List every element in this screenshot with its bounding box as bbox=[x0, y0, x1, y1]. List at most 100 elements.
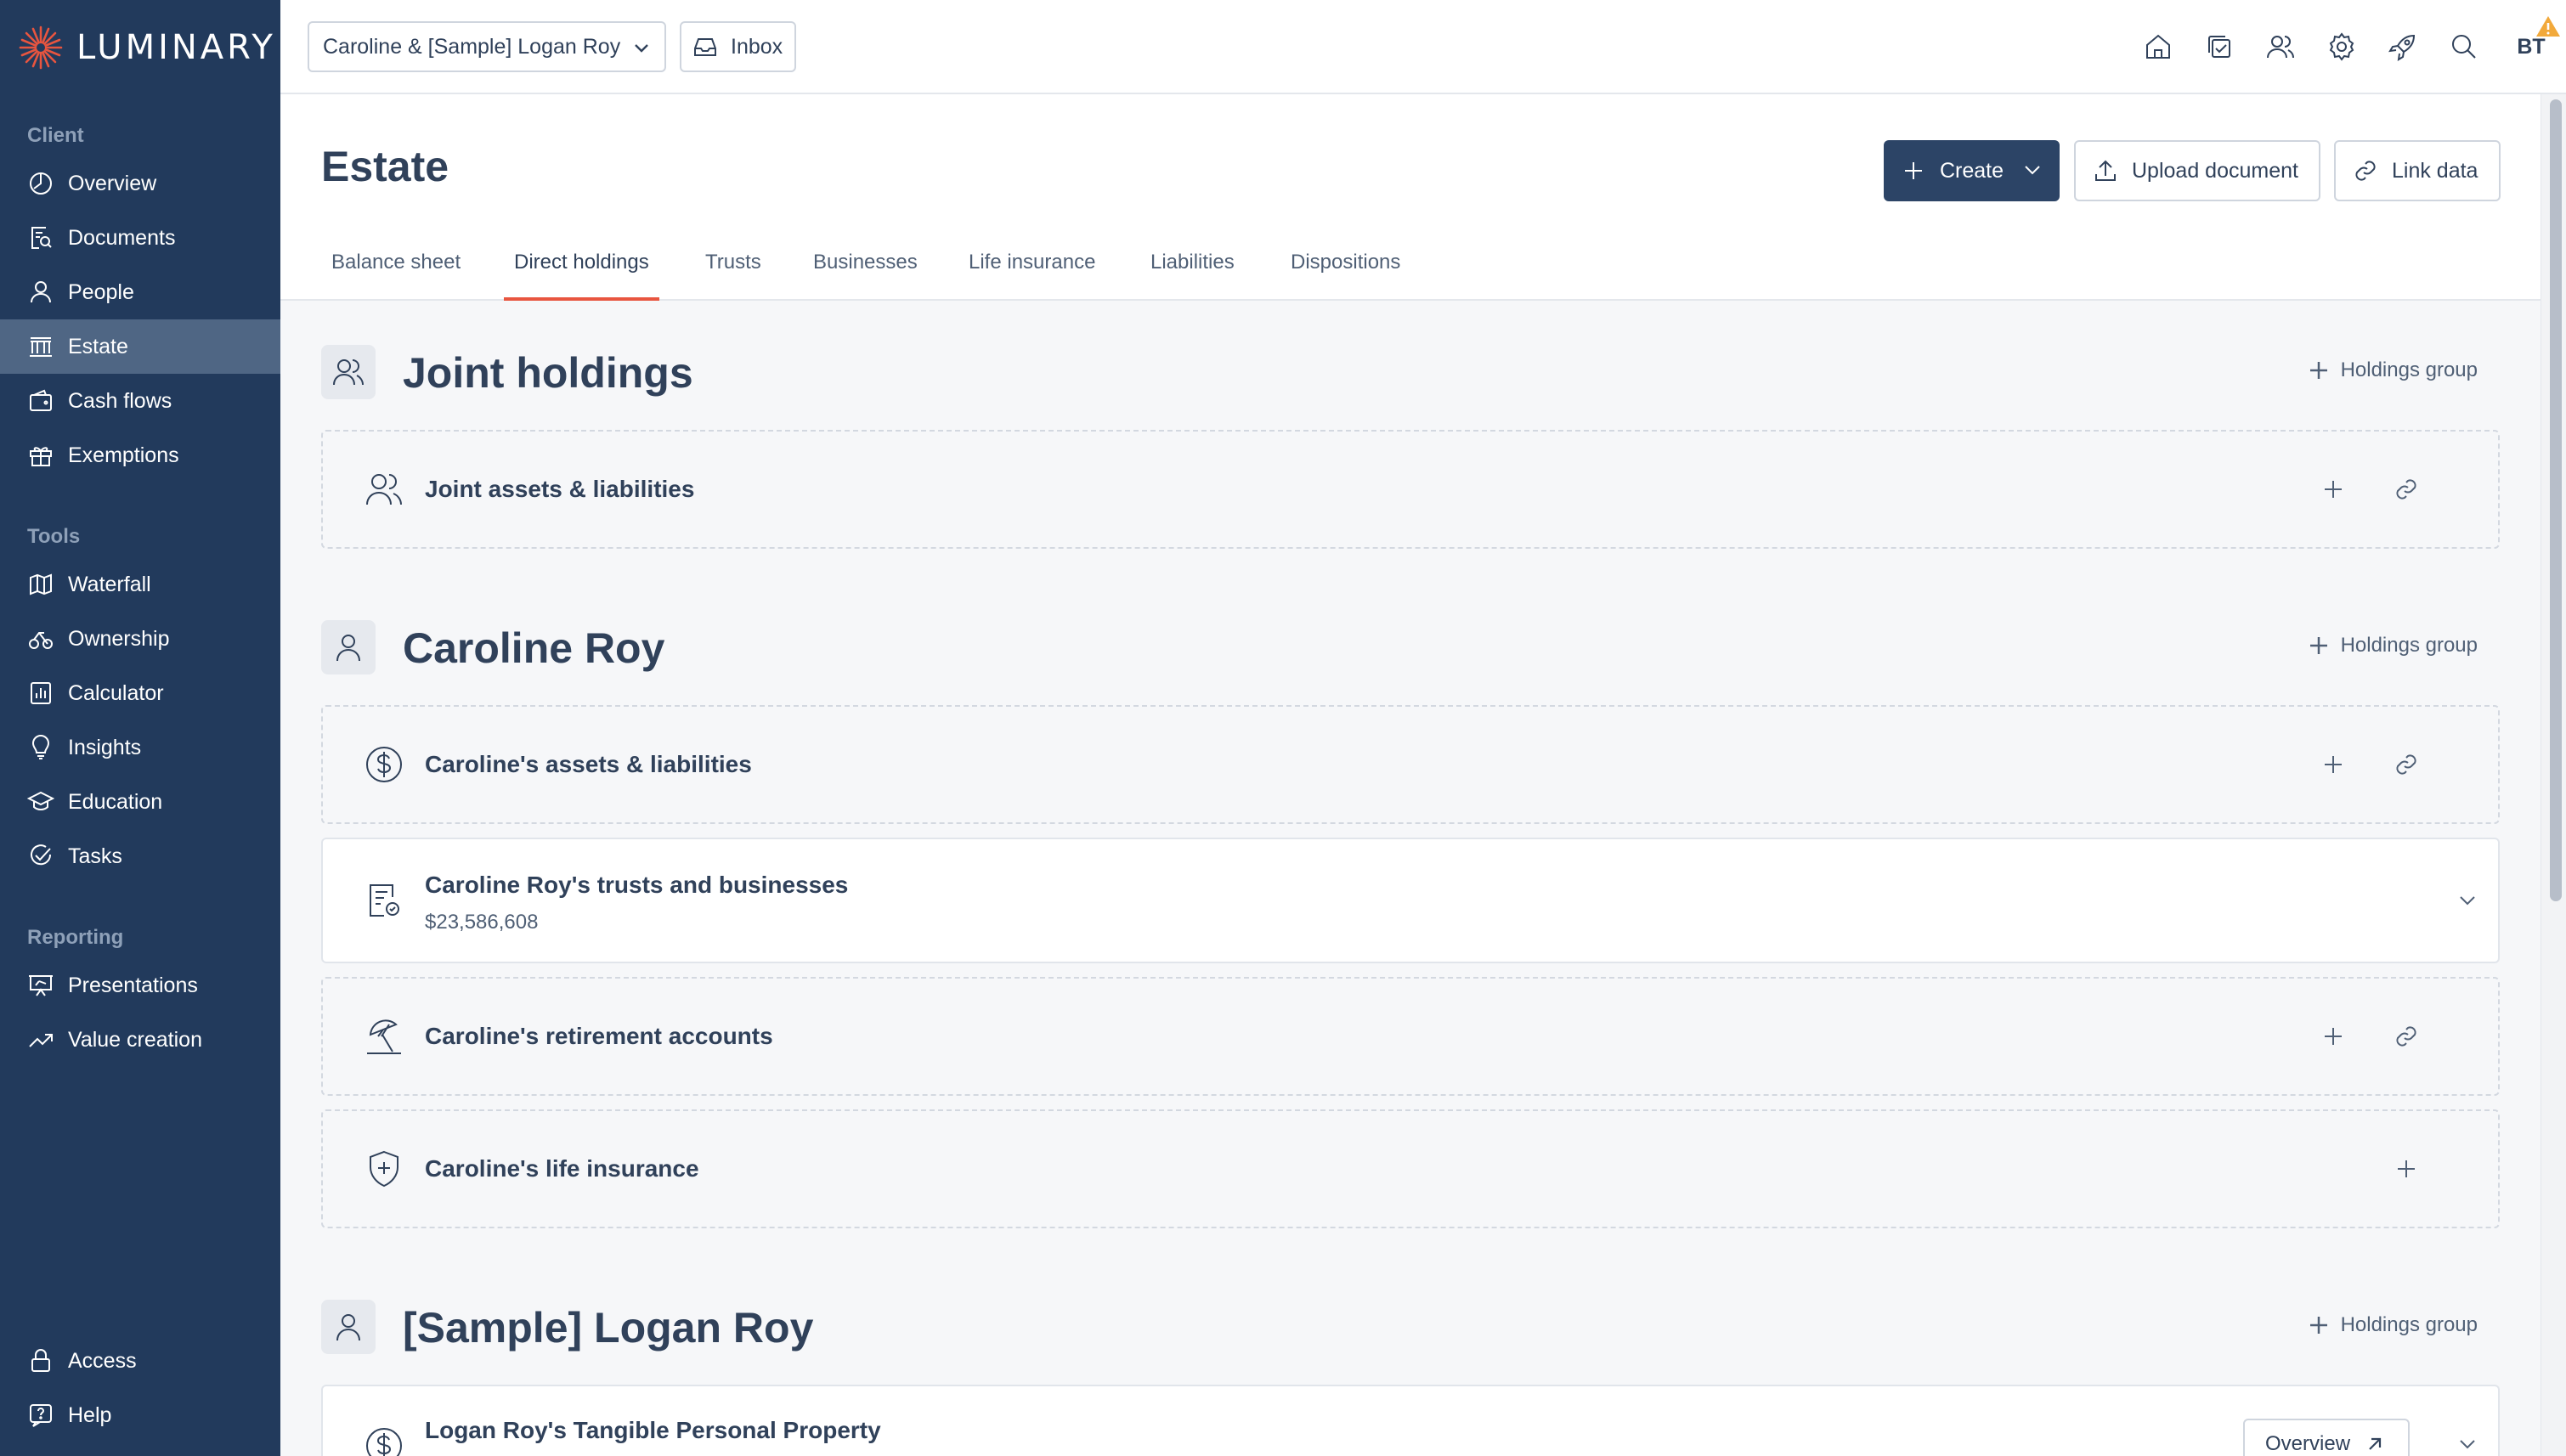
card-title: Caroline's retirement accounts bbox=[425, 1023, 773, 1049]
link-icon[interactable] bbox=[2391, 749, 2422, 780]
presentation-icon bbox=[29, 975, 53, 996]
sidebar-item-label: Ownership bbox=[68, 626, 170, 651]
add-holdings-group-label: Holdings group bbox=[2340, 634, 2478, 657]
tasks-icon[interactable] bbox=[2204, 31, 2235, 62]
sidebar-item-label: People bbox=[68, 279, 134, 304]
add-holdings-group-button[interactable]: Holdings group bbox=[2307, 634, 2478, 657]
add-holdings-group-label: Holdings group bbox=[2340, 1313, 2478, 1336]
holding-card-caroline-retirement[interactable]: Caroline's retirement accounts bbox=[321, 977, 2500, 1096]
sidebar-item-people[interactable]: People bbox=[0, 265, 280, 319]
add-icon[interactable] bbox=[2391, 1154, 2422, 1184]
sidebar-item-access[interactable]: Access bbox=[0, 1334, 280, 1388]
check-circle-icon bbox=[31, 844, 52, 866]
sunburst-logo-icon bbox=[19, 25, 63, 70]
tab-businesses[interactable]: Businesses bbox=[813, 239, 918, 301]
tab-balance-sheet[interactable]: Balance sheet bbox=[331, 239, 461, 301]
link-icon bbox=[2355, 161, 2376, 181]
graduation-cap-icon bbox=[27, 791, 54, 810]
create-button[interactable]: Create bbox=[1884, 140, 2060, 201]
beach-umbrella-icon bbox=[364, 1016, 404, 1057]
sidebar-item-exemptions[interactable]: Exemptions bbox=[0, 428, 280, 483]
sidebar-item-label: Education bbox=[68, 789, 163, 814]
people-icon[interactable] bbox=[2265, 31, 2296, 62]
sidebar-item-tasks[interactable]: Tasks bbox=[0, 829, 280, 883]
scrollbar-thumb[interactable] bbox=[2550, 99, 2562, 901]
holding-card-logan-tangible-property[interactable]: Logan Roy's Tangible Personal Property O… bbox=[321, 1385, 2500, 1456]
section-title: Joint holdings bbox=[403, 349, 693, 397]
person-icon bbox=[31, 281, 51, 303]
plus-icon bbox=[2309, 637, 2327, 654]
tab-trusts[interactable]: Trusts bbox=[705, 239, 761, 301]
upload-document-button[interactable]: Upload document bbox=[2074, 140, 2320, 201]
add-holdings-group-label: Holdings group bbox=[2340, 358, 2478, 381]
sidebar-item-help[interactable]: Help bbox=[0, 1388, 280, 1442]
calculator-icon bbox=[31, 682, 51, 704]
section-joint-holdings: Joint holdings Holdings group bbox=[321, 345, 2500, 399]
client-selector[interactable]: Caroline & [Sample] Logan Roy bbox=[308, 21, 666, 72]
sidebar-item-label: Insights bbox=[68, 735, 142, 759]
luminary-logo[interactable]: LUMINARY bbox=[17, 22, 276, 73]
sidebar-item-presentations[interactable]: Presentations bbox=[0, 958, 280, 1013]
sidebar-item-label: Waterfall bbox=[68, 572, 151, 596]
link-data-label: Link data bbox=[2392, 158, 2478, 183]
add-icon[interactable] bbox=[2318, 474, 2348, 505]
card-title: Joint assets & liabilities bbox=[425, 476, 695, 502]
ownership-icon bbox=[29, 632, 53, 649]
holding-card-caroline-assets[interactable]: Caroline's assets & liabilities bbox=[321, 705, 2500, 824]
sidebar-item-waterfall[interactable]: Waterfall bbox=[0, 557, 280, 612]
sidebar-item-ownership[interactable]: Ownership bbox=[0, 612, 280, 666]
rocket-icon[interactable] bbox=[2388, 31, 2418, 62]
link-data-button[interactable]: Link data bbox=[2334, 140, 2501, 201]
settings-icon[interactable] bbox=[2326, 31, 2357, 62]
trend-up-icon bbox=[29, 1034, 53, 1047]
sidebar-item-insights[interactable]: Insights bbox=[0, 720, 280, 775]
add-holdings-group-button[interactable]: Holdings group bbox=[2307, 1313, 2478, 1337]
holding-card-caroline-trusts[interactable]: Caroline Roy's trusts and businesses $23… bbox=[321, 838, 2500, 963]
sidebar-item-value-creation[interactable]: Value creation bbox=[0, 1013, 280, 1067]
page-header: Estate Create Upload document Link data … bbox=[280, 94, 2541, 301]
add-holdings-group-button[interactable]: Holdings group bbox=[2307, 358, 2478, 382]
sidebar-item-overview[interactable]: Overview bbox=[0, 156, 280, 211]
help-icon bbox=[30, 1404, 52, 1427]
map-icon bbox=[30, 573, 52, 595]
sidebar-item-label: Access bbox=[68, 1348, 137, 1373]
add-icon[interactable] bbox=[2318, 749, 2348, 780]
card-title: Logan Roy's Tangible Personal Property bbox=[425, 1417, 881, 1443]
topbar: Caroline & [Sample] Logan Roy Inbox BT bbox=[280, 0, 2566, 94]
chevron-down-icon[interactable] bbox=[2452, 885, 2483, 916]
tab-dispositions[interactable]: Dispositions bbox=[1291, 239, 1400, 301]
holding-card-joint-assets[interactable]: Joint assets & liabilities bbox=[321, 430, 2500, 549]
link-icon[interactable] bbox=[2391, 1021, 2422, 1052]
content-scrollbar[interactable] bbox=[2541, 94, 2566, 1456]
inbox-label: Inbox bbox=[731, 34, 783, 59]
sidebar-item-label: Overview bbox=[68, 171, 157, 195]
sidebar-item-education[interactable]: Education bbox=[0, 775, 280, 829]
sidebar-item-label: Presentations bbox=[68, 973, 198, 997]
chevron-down-icon bbox=[635, 44, 648, 53]
add-icon[interactable] bbox=[2318, 1021, 2348, 1052]
card-title: Caroline's life insurance bbox=[425, 1155, 699, 1182]
lightbulb-icon bbox=[31, 735, 50, 759]
inbox-button[interactable]: Inbox bbox=[680, 21, 796, 72]
wallet-icon bbox=[30, 389, 52, 411]
tab-direct-holdings[interactable]: Direct holdings bbox=[504, 239, 659, 301]
tab-liabilities[interactable]: Liabilities bbox=[1150, 239, 1235, 301]
tab-life-insurance[interactable]: Life insurance bbox=[969, 239, 1095, 301]
search-icon[interactable] bbox=[2449, 31, 2479, 62]
client-selector-value: Caroline & [Sample] Logan Roy bbox=[323, 34, 621, 59]
sidebar-item-calculator[interactable]: Calculator bbox=[0, 666, 280, 720]
sidebar-item-cash-flows[interactable]: Cash flows bbox=[0, 374, 280, 428]
plus-icon bbox=[2309, 1317, 2327, 1334]
create-button-label: Create bbox=[1940, 158, 2004, 183]
holding-card-caroline-life-insurance[interactable]: Caroline's life insurance bbox=[321, 1109, 2500, 1228]
shield-plus-icon bbox=[364, 1148, 404, 1189]
sidebar-item-estate[interactable]: Estate bbox=[0, 319, 280, 374]
sidebar-item-documents[interactable]: Documents bbox=[0, 211, 280, 265]
overview-button[interactable]: Overview bbox=[2243, 1419, 2410, 1456]
section-caroline-roy: Caroline Roy Holdings group bbox=[321, 620, 2500, 674]
sidebar-item-label: Estate bbox=[68, 334, 128, 358]
link-icon[interactable] bbox=[2391, 474, 2422, 505]
section-title: Caroline Roy bbox=[403, 624, 665, 672]
home-icon[interactable] bbox=[2143, 31, 2173, 62]
chevron-down-icon[interactable] bbox=[2452, 1429, 2483, 1456]
